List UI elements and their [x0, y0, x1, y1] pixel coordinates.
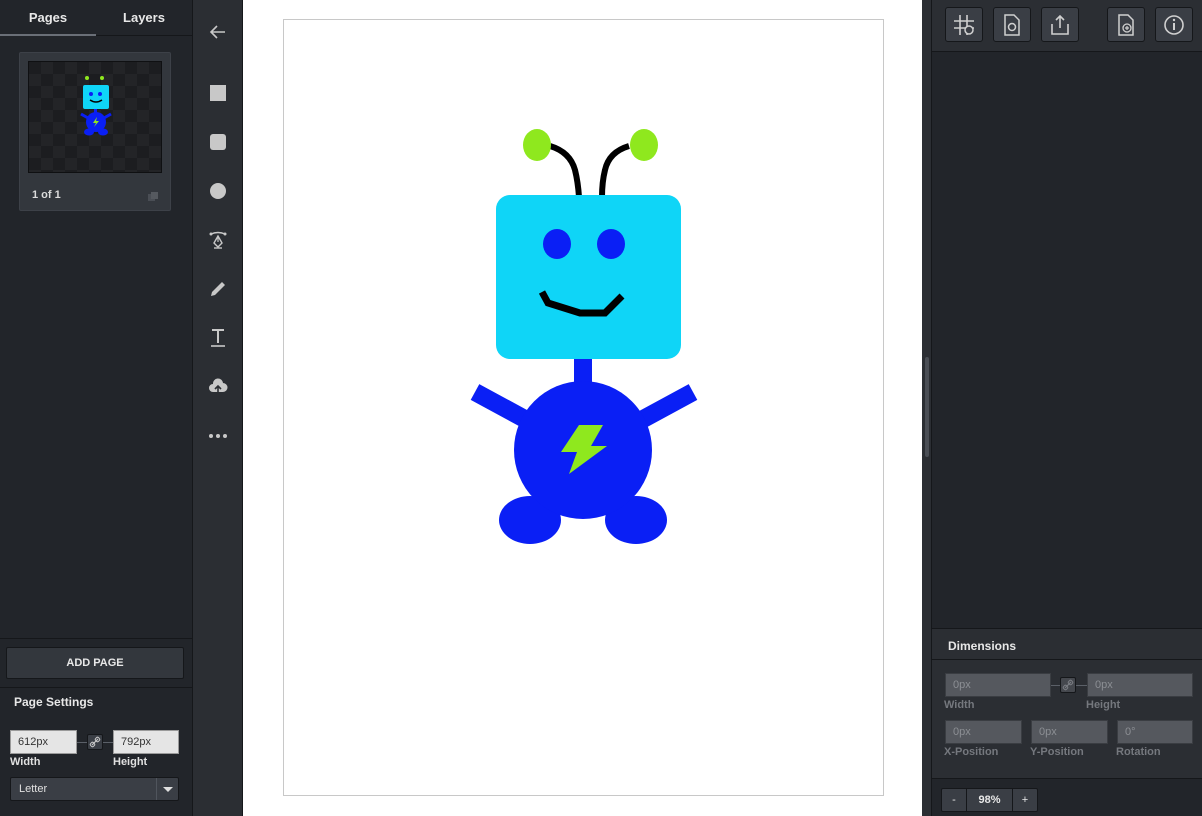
page-settings-icon [1004, 13, 1020, 36]
link-icon [1062, 679, 1074, 691]
page-height-input[interactable]: 792px [113, 730, 179, 754]
design-page[interactable] [283, 19, 884, 796]
add-page-file-icon [1118, 13, 1134, 36]
text-icon[interactable] [206, 326, 230, 350]
link-icon [89, 736, 101, 748]
height-label: Height [113, 756, 148, 768]
thumbnail-footer: 1 of 1 [20, 180, 170, 210]
x-position-input[interactable]: 0px [945, 720, 1022, 744]
thumbnail-preview [28, 61, 162, 173]
page-settings-title: Page Settings [14, 695, 94, 709]
antenna-right[interactable] [599, 143, 630, 198]
add-page-button[interactable]: ADD PAGE [6, 647, 184, 679]
link-line [1051, 685, 1060, 686]
tool-strip [193, 0, 243, 816]
info-icon [1164, 14, 1184, 35]
page-size-select[interactable]: Letter [10, 777, 179, 801]
grid-settings-button[interactable] [945, 7, 983, 42]
eye-left[interactable] [543, 229, 571, 259]
robot-head[interactable] [496, 195, 681, 359]
y-position-label: Y-Position [1030, 746, 1084, 758]
lock-dimensions-button[interactable] [1060, 677, 1076, 693]
chevron-down-icon [156, 778, 178, 800]
link-line [1076, 685, 1087, 686]
tab-layers[interactable]: Layers [96, 0, 192, 35]
dimensions-panel: Dimensions 0px 0px Width Height 0px 0px … [932, 628, 1202, 778]
page-count-label: 1 of 1 [32, 189, 61, 201]
x-position-label: X-Position [944, 746, 999, 758]
zoom-in-button[interactable]: + [1013, 789, 1037, 811]
add-page-file-button[interactable] [1107, 7, 1145, 42]
antenna-left[interactable] [549, 143, 582, 198]
circle-icon[interactable] [206, 179, 230, 203]
page-size-value: Letter [19, 783, 48, 795]
object-height-input[interactable]: 0px [1087, 673, 1193, 697]
export-button[interactable] [1041, 7, 1079, 42]
link-line [103, 742, 113, 743]
zoom-control: - 98% + [941, 788, 1038, 812]
antenna-ball-left[interactable] [523, 129, 551, 161]
info-button[interactable] [1155, 7, 1193, 42]
link-line [77, 742, 87, 743]
y-position-input[interactable]: 0px [1031, 720, 1108, 744]
more-icon[interactable] [206, 424, 230, 448]
robot-drawing[interactable] [284, 20, 885, 797]
page-thumbnail[interactable]: 1 of 1 [19, 52, 171, 211]
width-label: Width [10, 756, 41, 768]
square-icon[interactable] [206, 81, 230, 105]
panel-tabs: Pages Layers [0, 0, 192, 36]
vertical-scrollbar[interactable] [922, 0, 932, 816]
duplicate-page-icon[interactable] [148, 189, 158, 201]
rotation-label: Rotation [1116, 746, 1161, 758]
grid-settings-icon [954, 14, 974, 35]
rounded-square-icon[interactable] [206, 130, 230, 154]
upload-cloud-icon[interactable] [206, 375, 230, 399]
dimensions-title: Dimensions [948, 639, 1017, 653]
tab-pages[interactable]: Pages [0, 0, 96, 36]
app-window: Pages Layers 1 of 1 ADD PAGE Page Settin… [0, 0, 1202, 816]
lock-aspect-button[interactable] [87, 734, 103, 750]
width-label: Width [944, 699, 975, 711]
divider [0, 638, 193, 639]
page-settings-button[interactable] [993, 7, 1031, 42]
page-width-input[interactable]: 612px [10, 730, 77, 754]
export-icon [1051, 14, 1069, 35]
zoom-level: 98% [966, 789, 1013, 811]
left-panel: Pages Layers 1 of 1 ADD PAGE Page Settin… [0, 0, 193, 816]
height-label: Height [1086, 699, 1121, 711]
thumbnail-robot-image [80, 76, 112, 136]
zoom-bar: - 98% + [932, 778, 1202, 816]
scrollbar-thumb[interactable] [925, 357, 929, 457]
back-arrow-icon[interactable] [206, 20, 230, 44]
pen-tool-icon[interactable] [206, 228, 230, 252]
zoom-out-button[interactable]: - [942, 789, 966, 811]
pencil-icon[interactable] [206, 277, 230, 301]
canvas-area[interactable] [243, 0, 922, 816]
eye-right[interactable] [597, 229, 625, 259]
divider [0, 687, 193, 688]
divider [932, 659, 1202, 660]
antenna-ball-right[interactable] [630, 129, 658, 161]
top-toolbar [932, 0, 1202, 52]
object-width-input[interactable]: 0px [945, 673, 1051, 697]
rotation-input[interactable]: 0° [1117, 720, 1193, 744]
right-panel: Dimensions 0px 0px Width Height 0px 0px … [932, 0, 1202, 816]
